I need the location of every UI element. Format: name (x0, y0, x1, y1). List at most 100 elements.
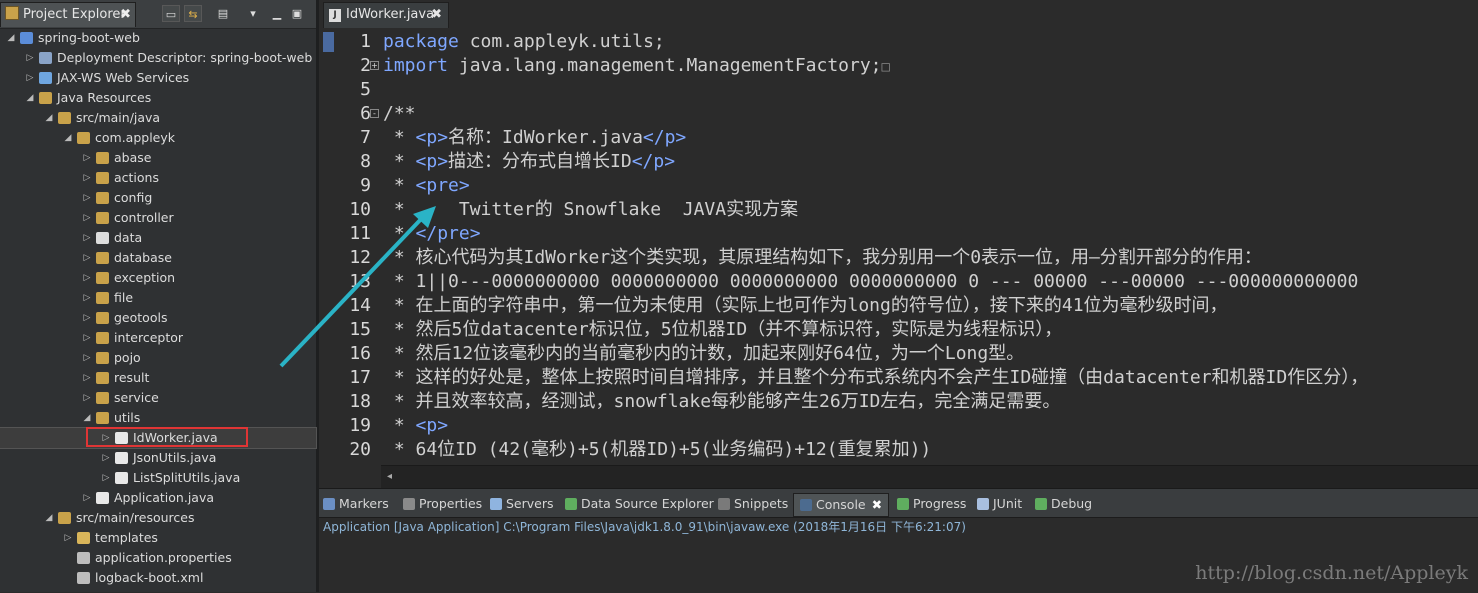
tree-item[interactable]: ▷ Deployment Descriptor: spring-boot-web (0, 48, 316, 68)
code-line[interactable]: * <p>名称：IdWorker.java</p> (383, 126, 1478, 150)
fold-collapse-icon[interactable]: - (370, 109, 379, 118)
collapsed-arrow-icon[interactable]: ▷ (82, 248, 92, 268)
tab-debug[interactable]: Debug (1035, 493, 1092, 515)
collapsed-arrow-icon[interactable]: ▷ (82, 188, 92, 208)
tab-console[interactable]: Console ✖ (793, 493, 890, 517)
tree-item[interactable]: ▷ geotools (0, 308, 316, 328)
close-icon[interactable]: ✖ (431, 3, 442, 27)
link-with-editor-button[interactable]: ⇆ (184, 5, 202, 22)
expanded-arrow-icon[interactable]: ◢ (63, 128, 73, 148)
code-line[interactable]: * <p>描述：分布式自增长ID</p> (383, 150, 1478, 174)
code-line[interactable]: * 在上面的字符串中，第一位为未使用（实际上也可作为long的符号位），接下来的… (383, 294, 1478, 318)
code-line[interactable]: * <pre> (383, 174, 1478, 198)
code-editor[interactable]: 1 2 5 6 7 8 9 10 11 12 13 14 15 16 17 18 19 20 + - packag… (319, 28, 1478, 488)
tab-project-explorer[interactable]: Project Explorer ✖ (0, 2, 136, 27)
tree-item[interactable]: ◢ src/main/java (0, 108, 316, 128)
maximize-icon[interactable]: ▣ (288, 5, 306, 22)
code-line[interactable]: * 并且效率较高，经测试，snowflake每秒能够产生26万ID左右，完全满足… (383, 390, 1478, 414)
collapsed-arrow-icon[interactable]: ▷ (82, 148, 92, 168)
tab-snippets[interactable]: Snippets (718, 493, 788, 515)
tab-project-explorer-label: Project Explorer (23, 7, 126, 22)
code-text[interactable]: package com.appleyk.utils; import java.la… (383, 30, 1478, 462)
collapsed-arrow-icon[interactable]: ▷ (82, 488, 92, 508)
close-icon[interactable]: ✖ (120, 3, 131, 27)
close-icon[interactable]: ✖ (872, 497, 882, 512)
tree-item[interactable]: ▷ database (0, 248, 316, 268)
minimize-icon[interactable]: ▁ (268, 5, 286, 22)
tree-item[interactable]: ▷ file (0, 288, 316, 308)
code-line[interactable]: * <p> (383, 414, 1478, 438)
collapsed-arrow-icon[interactable]: ▷ (82, 348, 92, 368)
tree-item[interactable]: ▷ ListSplitUtils.java (0, 468, 316, 488)
tree-item[interactable]: ▷ service (0, 388, 316, 408)
tree-item[interactable]: ◢ Java Resources (0, 88, 316, 108)
expanded-arrow-icon[interactable]: ◢ (82, 408, 92, 428)
code-line[interactable]: * 然后5位datacenter标识位，5位机器ID（并不算标识符，实际是为线程… (383, 318, 1478, 342)
collapsed-arrow-icon[interactable]: ▷ (82, 168, 92, 188)
tree-item[interactable]: ▷ JsonUtils.java (0, 448, 316, 468)
collapsed-arrow-icon[interactable]: ▷ (82, 208, 92, 228)
collapsed-arrow-icon[interactable]: ▷ (82, 308, 92, 328)
code-line[interactable]: * 这样的好处是，整体上按照时间自增排序，并且整个分布式系统内不会产生ID碰撞（… (383, 366, 1478, 390)
code-line[interactable]: * 1||0---0000000000 0000000000 000000000… (383, 270, 1478, 294)
package-icon (96, 232, 109, 244)
tree-item[interactable]: ▷ actions (0, 168, 316, 188)
tree-item[interactable]: application.properties (0, 548, 316, 568)
tab-junit[interactable]: JUnit (977, 493, 1022, 515)
tree-item[interactable]: ▷ JAX-WS Web Services (0, 68, 316, 88)
view-menu-icon[interactable]: ▾ (244, 5, 262, 22)
collapsed-arrow-icon[interactable]: ▷ (82, 328, 92, 348)
code-line[interactable]: * </pre> (383, 222, 1478, 246)
tree-item[interactable]: ▷ exception (0, 268, 316, 288)
tree-item[interactable]: ◢ src/main/resources (0, 508, 316, 528)
collapsed-arrow-icon[interactable]: ▷ (82, 288, 92, 308)
tree-item[interactable]: ▷ templates (0, 528, 316, 548)
tree-item[interactable]: ▷ controller (0, 208, 316, 228)
code-line[interactable]: * 然后12位该毫秒内的当前毫秒内的计数，加起来刚好64位，为一个Long型。 (383, 342, 1478, 366)
fold-expand-icon[interactable]: + (370, 61, 379, 70)
tab-properties[interactable]: Properties (403, 493, 482, 515)
collapsed-arrow-icon[interactable]: ▷ (82, 388, 92, 408)
scroll-left-icon[interactable]: ◂ (387, 471, 392, 482)
tree-item[interactable]: ▷ data (0, 228, 316, 248)
tree-item[interactable]: ▷ pojo (0, 348, 316, 368)
tree-item[interactable]: ▷ interceptor (0, 328, 316, 348)
tree-item[interactable]: ▷ abase (0, 148, 316, 168)
expanded-arrow-icon[interactable]: ◢ (44, 508, 54, 528)
expanded-arrow-icon[interactable]: ◢ (44, 108, 54, 128)
collapsed-arrow-icon[interactable]: ▷ (25, 68, 35, 88)
collapsed-arrow-icon[interactable]: ▷ (82, 368, 92, 388)
collapsed-arrow-icon[interactable]: ▷ (82, 268, 92, 288)
collapsed-arrow-icon[interactable]: ▷ (25, 48, 35, 68)
expanded-arrow-icon[interactable]: ◢ (6, 28, 16, 48)
tab-data-source-explorer[interactable]: Data Source Explorer (565, 493, 714, 515)
collapsed-arrow-icon[interactable]: ▷ (63, 528, 73, 548)
code-line[interactable]: * 核心代码为其IdWorker这个类实现，其原理结构如下，我分别用一个0表示一… (383, 246, 1478, 270)
code-line[interactable]: package com.appleyk.utils; (383, 30, 1478, 54)
html-tag-token: <pre> (415, 175, 470, 196)
expanded-arrow-icon[interactable]: ◢ (25, 88, 35, 108)
collapsed-arrow-icon[interactable]: ▷ (101, 448, 111, 468)
tree-item[interactable]: ◢ utils (0, 408, 316, 428)
code-line[interactable] (383, 78, 1478, 102)
tree-item[interactable]: ◢ com.appleyk (0, 128, 316, 148)
tab-progress[interactable]: Progress (897, 493, 966, 515)
tree-item[interactable]: logback-boot.xml (0, 568, 316, 588)
tab-markers[interactable]: Markers (323, 493, 389, 515)
code-line[interactable]: * 64位ID (42(毫秒)+5(机器ID)+5(业务编码)+12(重复累加)… (383, 438, 1478, 462)
tree-item[interactable]: ◢ spring-boot-web (0, 28, 316, 48)
collapsed-arrow-icon[interactable]: ▷ (101, 468, 111, 488)
filter-icon[interactable]: ▤ (214, 5, 232, 22)
tab-idworker-java[interactable]: J IdWorker.java ✖ (323, 2, 449, 28)
tree-item[interactable]: ▷ result (0, 368, 316, 388)
code-line[interactable]: * Twitter的 Snowflake JAVA实现方案 (383, 198, 1478, 222)
tab-servers[interactable]: Servers (490, 493, 554, 515)
code-line[interactable]: /** (383, 102, 1478, 126)
collapsed-arrow-icon[interactable]: ▷ (82, 228, 92, 248)
tree-item[interactable]: ▷ Application.java (0, 488, 316, 508)
tree-item[interactable]: ▷ config (0, 188, 316, 208)
code-line[interactable]: import java.lang.management.ManagementFa… (383, 54, 1478, 78)
horizontal-scrollbar[interactable]: ◂ (381, 465, 1478, 488)
collapse-all-button[interactable]: ▭ (162, 5, 180, 22)
tree-item-label: database (114, 250, 172, 265)
